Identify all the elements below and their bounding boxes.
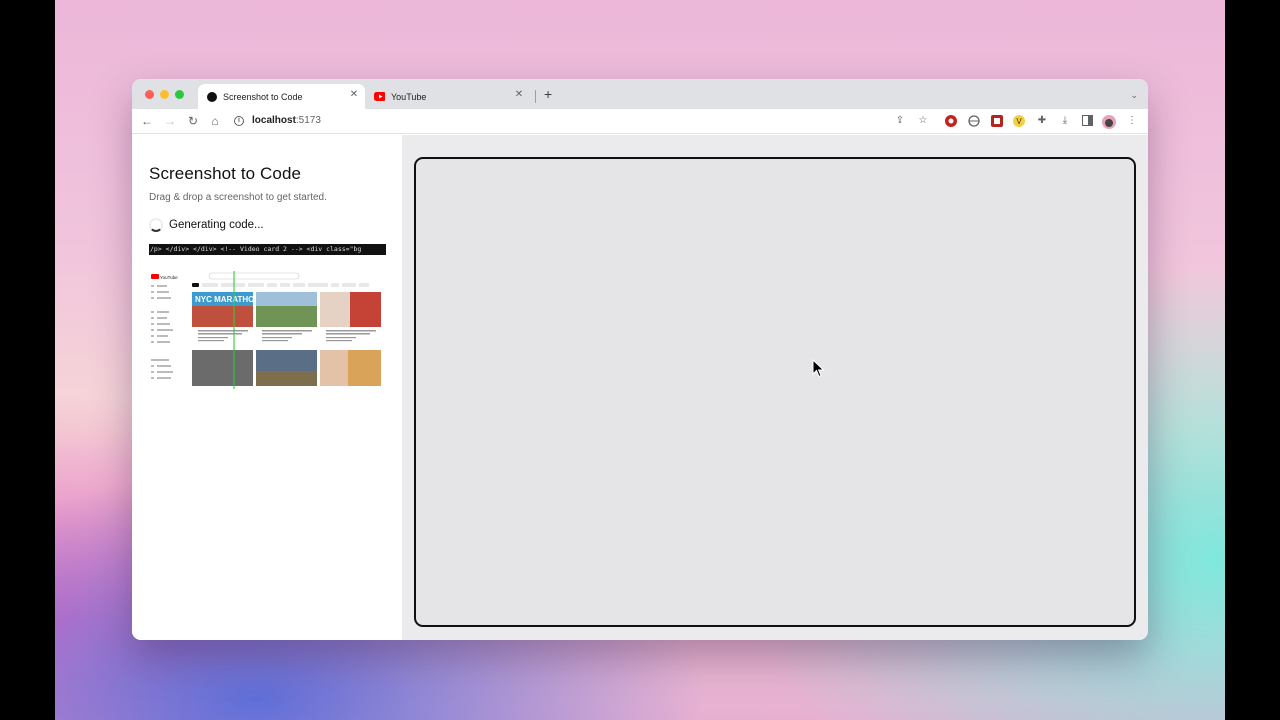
site-info-icon[interactable]: i xyxy=(234,115,244,126)
code-preview-canvas[interactable] xyxy=(414,157,1136,627)
close-tab-icon[interactable]: ✕ xyxy=(513,89,525,100)
close-window-button[interactable] xyxy=(145,90,154,99)
close-tab-icon[interactable]: ✕ xyxy=(348,89,360,100)
uploaded-screenshot-preview: YouTube NYC MARATHON xyxy=(149,271,386,389)
browser-window: Screenshot to Code ✕ YouTube ✕ + ⌄ ← → ↻… xyxy=(132,79,1148,640)
tab-youtube[interactable]: YouTube ✕ xyxy=(370,84,530,109)
circle-favicon-icon xyxy=(206,91,217,102)
address-bar[interactable]: i localhost:5173 xyxy=(234,115,321,126)
profile-avatar[interactable] xyxy=(1102,115,1116,129)
forward-icon[interactable]: → xyxy=(162,114,178,128)
status-text: Generating code... xyxy=(169,219,264,231)
thumbnail-banner-text: NYC MARATHON xyxy=(195,295,260,304)
desktop-background: Screenshot to Code ✕ YouTube ✕ + ⌄ ← → ↻… xyxy=(55,0,1225,720)
mouse-cursor-icon xyxy=(812,359,825,378)
url-host: localhost xyxy=(252,115,296,126)
bookmark-star-icon[interactable]: ☆ xyxy=(917,115,929,127)
tab-title: Screenshot to Code xyxy=(223,91,303,102)
share-icon[interactable]: ⇪ xyxy=(894,115,906,127)
sidebar-panel: Screenshot to Code Drag & drop a screens… xyxy=(132,135,402,640)
maximize-window-button[interactable] xyxy=(175,90,184,99)
page-title: Screenshot to Code xyxy=(149,164,302,183)
side-panel-icon[interactable] xyxy=(1081,115,1093,127)
extension-red-icon[interactable] xyxy=(945,115,957,127)
code-stream-preview: /p> </div> </div> <!-- Video card 2 --> … xyxy=(149,244,386,255)
tab-separator xyxy=(535,90,536,103)
tab-screenshot-to-code[interactable]: Screenshot to Code ✕ xyxy=(198,84,365,109)
tab-search-chevron-icon[interactable]: ⌄ xyxy=(1130,90,1138,101)
generating-status: Generating code... xyxy=(149,218,264,232)
new-tab-button[interactable]: + xyxy=(544,87,552,101)
youtube-logo-icon xyxy=(151,274,159,279)
extensions-puzzle-icon[interactable]: ✚ xyxy=(1036,115,1048,127)
download-icon[interactable]: ⤓ xyxy=(1059,115,1071,127)
svg-text:V: V xyxy=(1016,117,1022,126)
back-icon[interactable]: ← xyxy=(139,114,155,128)
youtube-favicon-icon xyxy=(374,91,385,102)
minimize-window-button[interactable] xyxy=(160,90,169,99)
preview-logo-text: YouTube xyxy=(160,275,178,280)
window-controls xyxy=(145,90,184,99)
reload-icon[interactable]: ↻ xyxy=(185,114,201,128)
browser-toolbar: ← → ↻ ⌂ i localhost:5173 ⇪ ☆ V ✚ ⤓ ⋮ xyxy=(132,109,1148,134)
home-icon[interactable]: ⌂ xyxy=(207,114,223,128)
extension-square-icon[interactable] xyxy=(991,115,1003,127)
page-subtitle: Drag & drop a screenshot to get started. xyxy=(149,192,327,203)
extension-v-icon[interactable]: V xyxy=(1013,115,1025,127)
more-menu-icon[interactable]: ⋮ xyxy=(1126,115,1138,127)
preview-panel xyxy=(402,135,1148,640)
url-port: :5173 xyxy=(295,115,321,126)
loading-spinner-icon xyxy=(149,218,163,232)
extension-globe-icon[interactable] xyxy=(968,115,980,127)
tab-title: YouTube xyxy=(391,91,427,102)
tab-bar: Screenshot to Code ✕ YouTube ✕ + ⌄ xyxy=(132,79,1148,109)
